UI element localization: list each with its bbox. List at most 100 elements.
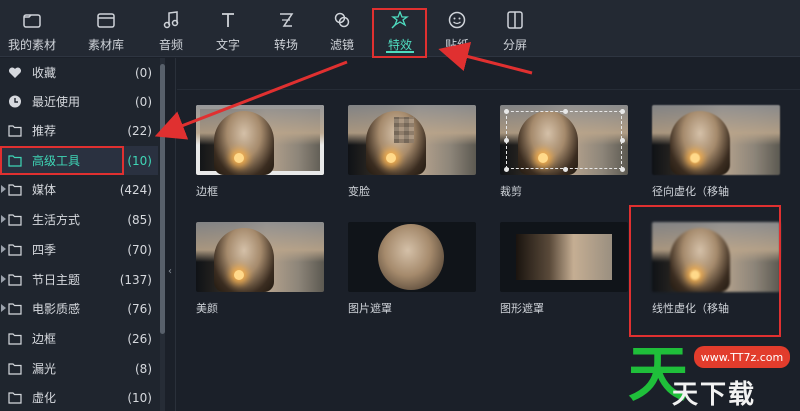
folder-icon xyxy=(8,214,22,226)
tool-filter[interactable]: 滤镜 xyxy=(310,0,374,57)
tool-split-screen[interactable]: 分屏 xyxy=(483,0,547,57)
tool-my-media[interactable]: 我的素材 xyxy=(0,0,64,57)
sidebar-item-borders[interactable]: 边框 (26) xyxy=(0,324,158,353)
sidebar-item-count: (85) xyxy=(127,212,152,227)
effect-card-shape-mask[interactable]: 图形遮罩 xyxy=(500,222,628,315)
sidebar-item-count: (26) xyxy=(127,331,152,346)
effect-thumbnail xyxy=(348,105,476,175)
sidebar-item-holidays[interactable]: 节日主题 (137) xyxy=(0,265,158,294)
sidebar-item-count: (10) xyxy=(127,390,152,405)
tool-label: 我的素材 xyxy=(7,38,56,52)
expand-arrow-icon[interactable] xyxy=(1,275,6,283)
sidebar-item-media[interactable]: 媒体 (424) xyxy=(0,175,158,204)
sidebar-item-label: 四季 xyxy=(32,243,57,257)
scrollbar-thumb[interactable] xyxy=(160,64,165,334)
sidebar-item-count: (137) xyxy=(119,272,152,287)
sidebar-item-label: 媒体 xyxy=(32,183,57,197)
effect-card-image-mask[interactable]: 图片遮罩 xyxy=(348,222,476,315)
folder-icon xyxy=(8,333,22,345)
sidebar-item-label: 最近使用 xyxy=(32,95,81,109)
folder-icon xyxy=(8,125,22,137)
effect-label: 边框 xyxy=(196,185,218,198)
effect-label: 裁剪 xyxy=(500,185,522,198)
effect-thumbnail xyxy=(652,105,780,175)
effect-thumbnail xyxy=(196,222,324,292)
sidebar-scrollbar[interactable] xyxy=(160,58,165,411)
site-watermark: 天 www.TT7z.com 天下载 xyxy=(628,340,800,411)
tool-label: 文字 xyxy=(215,38,240,52)
filter-icon xyxy=(331,9,353,31)
effect-card-face-off[interactable]: 变脸 xyxy=(348,105,476,198)
sidebar-item-count: (22) xyxy=(127,123,152,138)
effect-label: 图形遮罩 xyxy=(500,302,544,315)
folder-icon xyxy=(8,392,22,404)
transition-icon xyxy=(275,9,297,31)
category-sidebar: 收藏 (0) 最近使用 (0) 推荐 (22) 高级工具 (10) 媒体 (42… xyxy=(0,58,165,411)
sidebar-item-label: 漏光 xyxy=(32,362,57,376)
tool-library[interactable]: 素材库 xyxy=(74,0,138,57)
sidebar-item-count: (424) xyxy=(119,182,152,197)
sidebar-item-blur[interactable]: 虚化 (10) xyxy=(0,383,158,411)
text-icon xyxy=(217,9,239,31)
tool-label: 分屏 xyxy=(502,38,527,52)
tool-audio[interactable]: 音频 xyxy=(139,0,203,57)
highlight-box-advanced-tools xyxy=(0,146,124,175)
tool-sticker[interactable]: 贴纸 xyxy=(425,0,489,57)
folder-icon xyxy=(21,9,43,31)
tool-text[interactable]: 文字 xyxy=(196,0,260,57)
heart-icon xyxy=(8,67,22,78)
expand-arrow-icon[interactable] xyxy=(1,304,6,312)
sidebar-item-lifestyle[interactable]: 生活方式 (85) xyxy=(0,205,158,234)
effect-label: 美颜 xyxy=(196,302,218,315)
expand-arrow-icon[interactable] xyxy=(1,185,6,193)
sidebar-item-label: 推荐 xyxy=(32,124,57,138)
sidebar-item-count: (76) xyxy=(127,301,152,316)
effect-label: 图片遮罩 xyxy=(348,302,392,315)
tool-label: 素材库 xyxy=(87,38,124,52)
tool-label: 贴纸 xyxy=(444,38,469,52)
sticker-icon xyxy=(446,9,468,31)
grid-header-bar xyxy=(177,58,800,90)
sidebar-item-count: (0) xyxy=(135,65,152,80)
effect-card-border[interactable]: 边框 xyxy=(196,105,324,198)
sidebar-item-label: 生活方式 xyxy=(32,213,81,227)
sidebar-item-label: 收藏 xyxy=(32,66,57,80)
folder-icon xyxy=(8,184,22,196)
tool-label: 音频 xyxy=(158,38,183,52)
tool-transition[interactable]: 转场 xyxy=(254,0,318,57)
sidebar-item-favorites[interactable]: 收藏 (0) xyxy=(0,58,158,87)
effect-label: 径向虚化（移轴 xyxy=(652,185,729,198)
expand-arrow-icon[interactable] xyxy=(1,215,6,223)
sidebar-item-count: (10) xyxy=(127,153,152,168)
folder-icon xyxy=(8,363,22,375)
folder-icon xyxy=(8,303,22,315)
sidebar-item-label: 边框 xyxy=(32,332,57,346)
effect-card-radial-blur[interactable]: 径向虚化（移轴 xyxy=(652,105,780,198)
effect-thumbnail xyxy=(196,105,324,175)
sidebar-item-light-leaks[interactable]: 漏光 (8) xyxy=(0,354,158,383)
sidebar-item-label: 虚化 xyxy=(32,391,57,405)
sidebar-item-label: 节日主题 xyxy=(32,273,81,287)
sidebar-item-count: (0) xyxy=(135,94,152,109)
watermark-text: 天下载 xyxy=(672,380,757,410)
sidebar-item-cinematic[interactable]: 电影质感 (76) xyxy=(0,294,158,323)
split-screen-icon xyxy=(504,9,526,31)
sidebar-item-count: (8) xyxy=(135,361,152,376)
effect-card-beauty[interactable]: 美颜 xyxy=(196,222,324,315)
sidebar-item-label: 电影质感 xyxy=(32,302,81,316)
clock-icon xyxy=(9,95,21,108)
watermark-url: www.TT7z.com xyxy=(694,346,790,368)
library-icon xyxy=(95,9,117,31)
effect-thumbnail xyxy=(500,222,628,292)
highlight-box-effects-tab xyxy=(372,8,427,58)
effect-card-crop[interactable]: 裁剪 xyxy=(500,105,628,198)
sidebar-item-seasons[interactable]: 四季 (70) xyxy=(0,235,158,264)
sidebar-item-recommended[interactable]: 推荐 (22) xyxy=(0,116,158,145)
sidebar-collapse-handle[interactable]: ‹ xyxy=(166,58,176,411)
sidebar-item-recent[interactable]: 最近使用 (0) xyxy=(0,87,158,116)
tool-label: 转场 xyxy=(273,38,298,52)
chevron-left-icon[interactable]: ‹ xyxy=(168,266,172,277)
expand-arrow-icon[interactable] xyxy=(1,245,6,253)
highlight-box-linear-blur xyxy=(629,205,781,337)
tool-label: 滤镜 xyxy=(329,38,354,52)
